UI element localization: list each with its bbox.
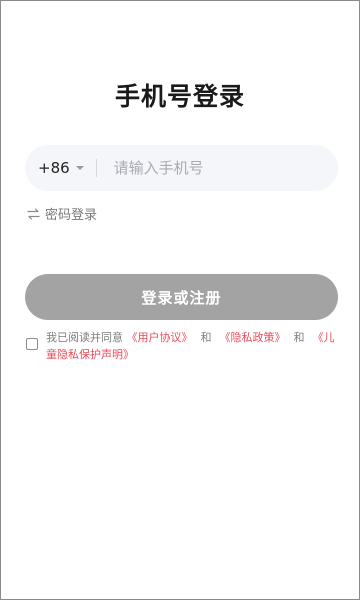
login-register-button[interactable]: 登录或注册: [25, 274, 338, 320]
chevron-down-icon: [75, 166, 84, 170]
agreement-prefix: 我已阅读并同意: [46, 331, 123, 344]
country-code-selector[interactable]: +86: [38, 159, 84, 177]
agreement-and-1: 和: [200, 331, 212, 344]
page-title: 手机号登录: [114, 82, 245, 111]
agreement-and-2: 和: [293, 331, 305, 344]
phone-number-input[interactable]: [111, 144, 338, 192]
privacy-policy-link[interactable]: 《隐私政策》: [220, 331, 286, 344]
swap-icon: [27, 207, 40, 220]
agreement-row: 我已阅读并同意 《用户协议》和《隐私政策》和《儿童隐私保护声明》: [26, 329, 336, 363]
password-login-link[interactable]: 密码登录: [27, 204, 97, 223]
agreement-text: 我已阅读并同意 《用户协议》和《隐私政策》和《儿童隐私保护声明》: [46, 329, 336, 363]
country-code-label: +86: [38, 159, 70, 177]
user-agreement-link[interactable]: 《用户协议》: [127, 331, 193, 344]
agreement-checkbox[interactable]: [26, 338, 38, 350]
password-login-label: 密码登录: [45, 208, 98, 223]
login-screen: 手机号登录 +86 密码登录 登录或注册 我已阅读并同意 《用户协议》和《隐私政…: [0, 0, 360, 600]
input-divider: [95, 159, 97, 177]
phone-input-row: +86: [25, 144, 338, 192]
